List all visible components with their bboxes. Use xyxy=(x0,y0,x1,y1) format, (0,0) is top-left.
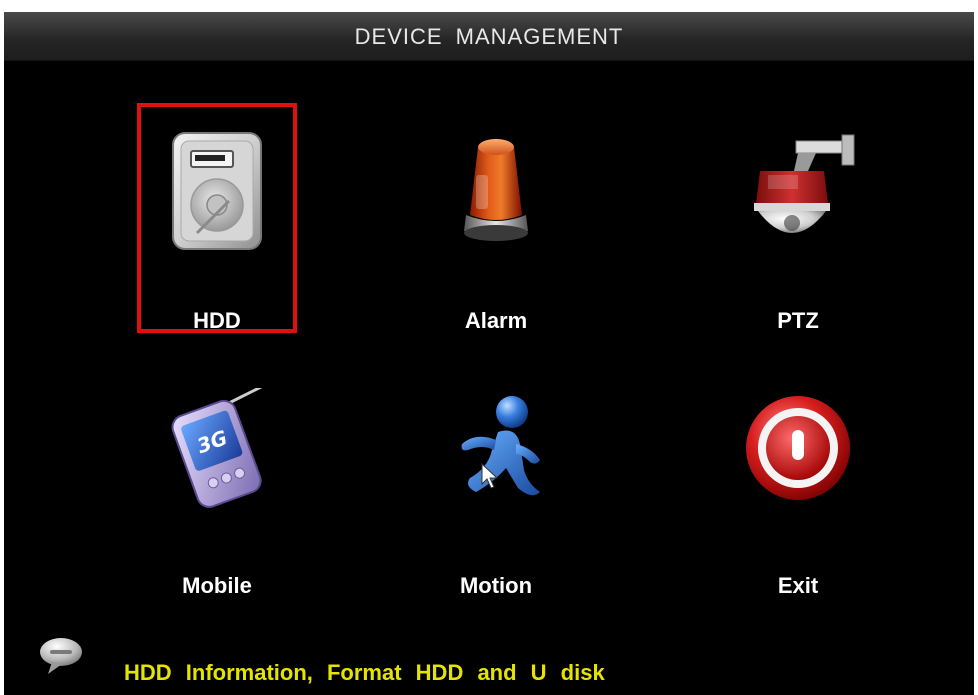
menu-item-hdd[interactable]: HDD xyxy=(137,103,297,333)
motion-runner-icon xyxy=(461,396,540,496)
power-icon xyxy=(746,396,850,500)
menu-item-label: Alarm xyxy=(464,308,528,333)
menu-item-label: Exit xyxy=(777,573,819,598)
page-title: DEVICE MANAGEMENT xyxy=(354,24,624,49)
menu-item-exit[interactable]: Exit xyxy=(718,368,878,598)
alarm-beacon-icon xyxy=(464,139,528,241)
status-bar: HDD Information, Format HDD and U disk xyxy=(34,632,934,685)
device-management-screen: DEVICE MANAGEMENT HDD Alarm PTZ 3G Mobil… xyxy=(4,12,974,695)
menu-item-alarm[interactable]: Alarm xyxy=(416,103,576,333)
menu-item-ptz[interactable]: PTZ xyxy=(718,103,878,333)
menu-item-motion[interactable]: Motion xyxy=(416,368,576,598)
hdd-icon xyxy=(172,132,262,250)
ptz-camera-icon xyxy=(754,134,855,233)
speech-bubble-icon xyxy=(40,638,82,674)
menu-item-mobile[interactable]: 3G Mobile xyxy=(137,368,297,598)
menu-item-label: Mobile xyxy=(182,573,252,598)
title-bar: DEVICE MANAGEMENT xyxy=(4,12,974,61)
mobile-3g-icon: 3G xyxy=(171,388,263,508)
menu-item-label: HDD xyxy=(193,308,241,333)
menu-item-label: PTZ xyxy=(777,308,819,333)
menu-item-label: Motion xyxy=(459,573,533,598)
status-message: HDD Information, Format HDD and U disk xyxy=(124,660,605,685)
